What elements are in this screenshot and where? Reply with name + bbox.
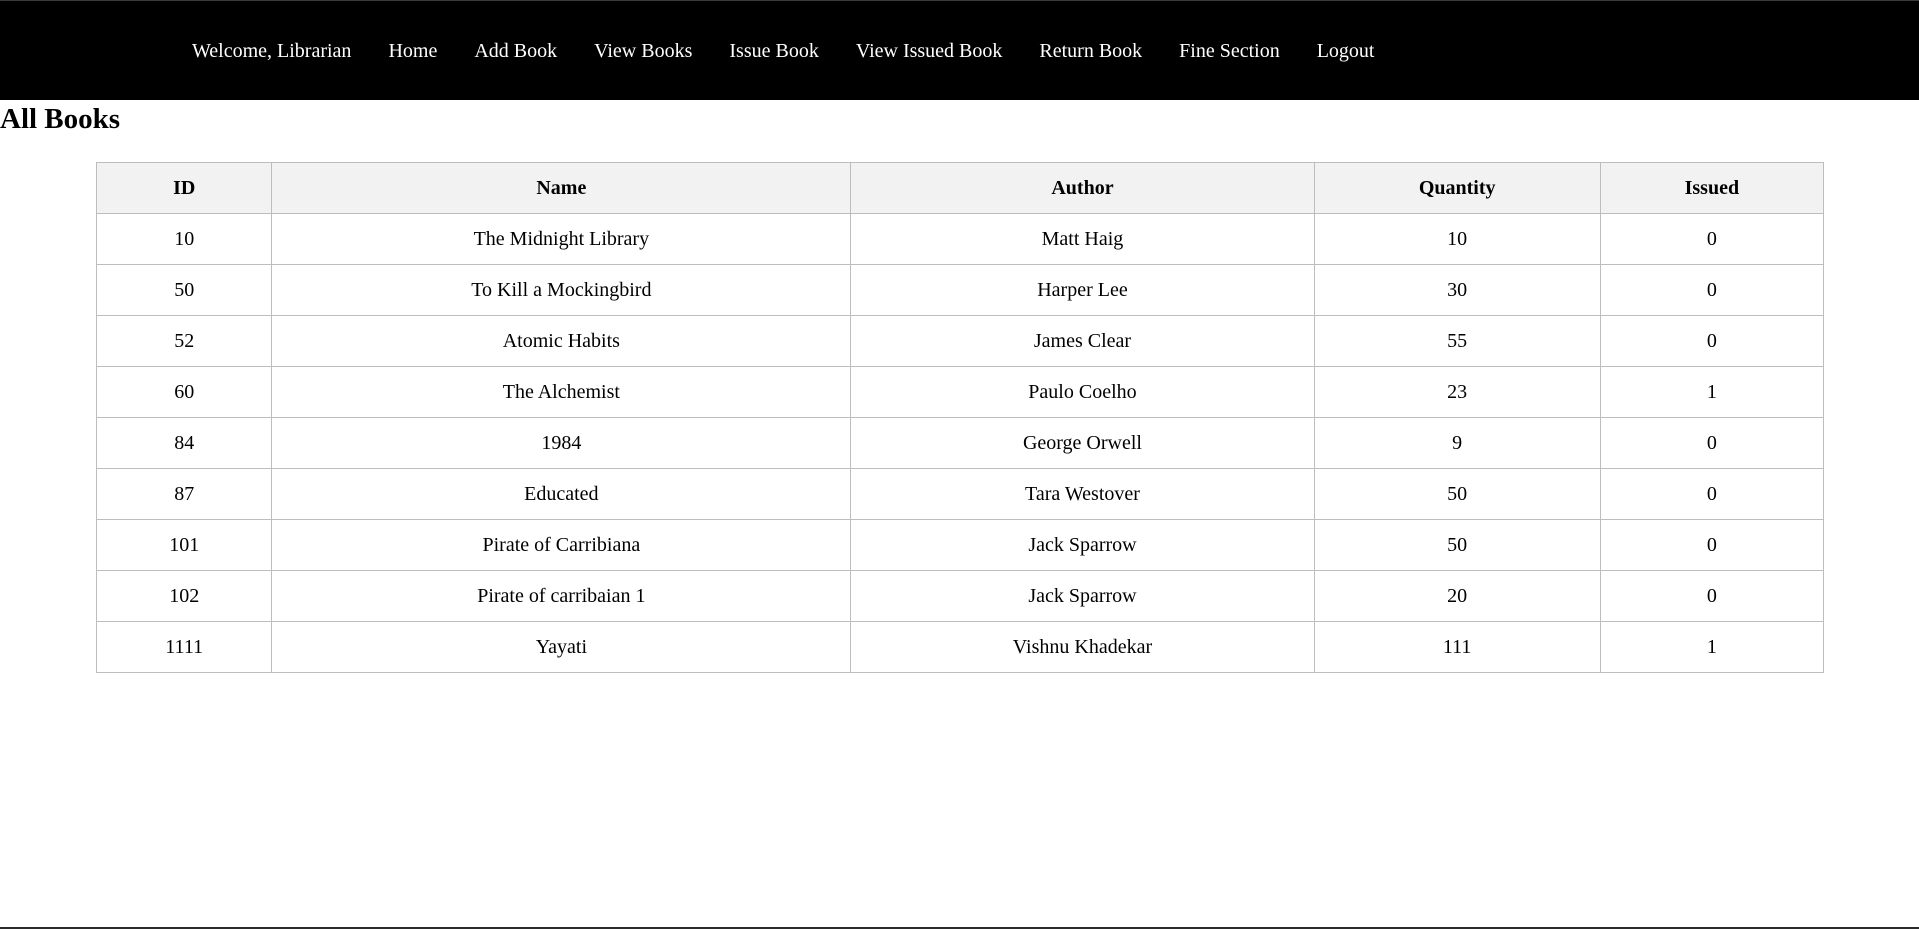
cell-name: The Alchemist (271, 366, 852, 418)
cell-quantity: 30 (1313, 264, 1601, 316)
nav-menu: Welcome, Librarian Home Add Book View Bo… (192, 1, 1412, 101)
cell-issued: 1 (1599, 621, 1825, 673)
cell-quantity: 20 (1313, 570, 1601, 622)
cell-author: Matt Haig (850, 213, 1315, 265)
cell-issued: 0 (1599, 213, 1825, 265)
cell-issued: 0 (1599, 570, 1825, 622)
cell-issued: 0 (1599, 468, 1825, 520)
cell-id: 50 (95, 264, 273, 316)
column-header-quantity: Quantity (1313, 162, 1601, 214)
page-title: All Books (0, 103, 121, 135)
cell-id: 101 (95, 519, 273, 571)
nav-link-home[interactable]: Home (388, 40, 437, 63)
nav-link-view-issued-book[interactable]: View Issued Book (856, 40, 1003, 63)
table-row: 10 The Midnight Library Matt Haig 10 0 (95, 213, 1825, 265)
cell-name: To Kill a Mockingbird (271, 264, 852, 316)
table-row: 84 1984 George Orwell 9 0 (95, 417, 1825, 469)
cell-id: 52 (95, 315, 273, 367)
cell-author: Jack Sparrow (850, 570, 1315, 622)
cell-id: 102 (95, 570, 273, 622)
cell-name: Educated (271, 468, 852, 520)
cell-quantity: 9 (1313, 417, 1601, 469)
table-row: 52 Atomic Habits James Clear 55 0 (95, 315, 1825, 367)
nav-link-view-books[interactable]: View Books (594, 40, 692, 63)
cell-id: 10 (95, 213, 273, 265)
nav-link-add-book[interactable]: Add Book (474, 40, 557, 63)
cell-id: 60 (95, 366, 273, 418)
column-header-name: Name (271, 162, 852, 214)
cell-name: The Midnight Library (271, 213, 852, 265)
cell-id: 87 (95, 468, 273, 520)
table-row: 87 Educated Tara Westover 50 0 (95, 468, 1825, 520)
table-row: 60 The Alchemist Paulo Coelho 23 1 (95, 366, 1825, 418)
cell-issued: 1 (1599, 366, 1825, 418)
cell-id: 84 (95, 417, 273, 469)
cell-name: Yayati (271, 621, 852, 673)
nav-link-logout[interactable]: Logout (1317, 40, 1375, 63)
cell-quantity: 111 (1313, 621, 1601, 673)
column-header-id: ID (95, 162, 273, 214)
cell-name: Pirate of carribaian 1 (271, 570, 852, 622)
welcome-text: Welcome, Librarian (192, 39, 352, 62)
cell-author: Jack Sparrow (850, 519, 1315, 571)
top-navbar: Welcome, Librarian Home Add Book View Bo… (0, 0, 1919, 100)
column-header-author: Author (850, 162, 1315, 214)
cell-quantity: 55 (1313, 315, 1601, 367)
cell-quantity: 10 (1313, 213, 1601, 265)
cell-quantity: 23 (1313, 366, 1601, 418)
cell-name: Atomic Habits (271, 315, 852, 367)
cell-issued: 0 (1599, 264, 1825, 316)
cell-quantity: 50 (1313, 519, 1601, 571)
cell-author: Paulo Coelho (850, 366, 1315, 418)
nav-link-issue-book[interactable]: Issue Book (729, 40, 818, 63)
nav-link-fine-section[interactable]: Fine Section (1179, 40, 1280, 63)
books-table: ID Name Author Quantity Issued 10 The Mi… (95, 162, 1825, 673)
table-row: 101 Pirate of Carribiana Jack Sparrow 50… (95, 519, 1825, 571)
cell-author: George Orwell (850, 417, 1315, 469)
cell-author: Tara Westover (850, 468, 1315, 520)
cell-quantity: 50 (1313, 468, 1601, 520)
cell-name: 1984 (271, 417, 852, 469)
cell-author: Vishnu Khadekar (850, 621, 1315, 673)
cell-issued: 0 (1599, 315, 1825, 367)
table-header-row: ID Name Author Quantity Issued (95, 162, 1825, 214)
cell-id: 1111 (95, 621, 273, 673)
nav-link-return-book[interactable]: Return Book (1039, 40, 1142, 63)
cell-author: Harper Lee (850, 264, 1315, 316)
cell-author: James Clear (850, 315, 1315, 367)
column-header-issued: Issued (1599, 162, 1825, 214)
table-row: 102 Pirate of carribaian 1 Jack Sparrow … (95, 570, 1825, 622)
cell-issued: 0 (1599, 417, 1825, 469)
cell-issued: 0 (1599, 519, 1825, 571)
cell-name: Pirate of Carribiana (271, 519, 852, 571)
table-row: 1111 Yayati Vishnu Khadekar 111 1 (95, 621, 1825, 673)
table-row: 50 To Kill a Mockingbird Harper Lee 30 0 (95, 264, 1825, 316)
